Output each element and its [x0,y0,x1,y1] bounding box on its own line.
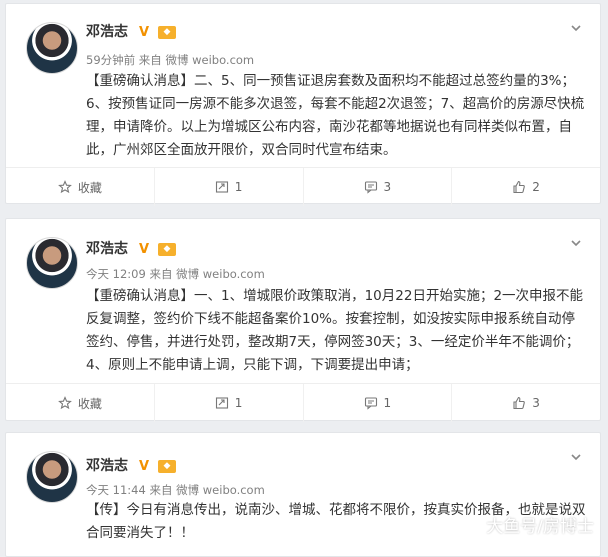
avatar[interactable] [26,22,78,74]
favorite-button[interactable]: 收藏 [6,384,154,422]
repost-button[interactable]: 1 [153,168,303,206]
comment-icon [364,181,377,194]
post-meta: 59分钟前 来自 微博 weibo.com [86,53,255,67]
post-meta: 今天 12:09 来自 微博 weibo.com [86,267,265,281]
repost-icon [215,397,228,409]
star-icon [57,180,72,194]
verified-icon: V [139,242,150,257]
comment-count: 1 [383,396,392,410]
level-icon: ◆ [158,460,176,473]
chevron-down-icon[interactable] [570,451,582,463]
star-icon [57,396,72,410]
watermark: 大鱼号/房博士 [486,517,594,537]
chevron-down-icon[interactable] [570,237,582,249]
repost-count: 1 [234,180,243,194]
repost-count: 1 [234,396,243,410]
post-text: 【重磅确认消息】一、1、增城限价政策取消，10月22日开始实施；2一次申报不能反… [86,288,584,373]
like-count: 2 [532,180,540,194]
favorite-label: 收藏 [77,396,102,411]
comment-icon [364,397,377,410]
favorite-button[interactable]: 收藏 [6,168,154,206]
level-icon: ◆ [158,26,176,39]
comment-button[interactable]: 3 [302,168,452,206]
action-bar: 收藏 1 3 2 [6,167,600,206]
post-text: 【重磅确认消息】二、5、同一预售证退房套数及面积均不能超过总签约量的3%；6、按… [86,73,585,158]
thumbs-up-icon [513,180,526,194]
avatar[interactable] [26,451,78,503]
weibo-post-2: 邓浩志 V ◆ 今天 12:09 来自 微博 weibo.com 【重磅确认消息… [5,218,601,422]
post-meta: 今天 11:44 来自 微博 weibo.com [86,483,265,497]
author-name[interactable]: 邓浩志 [86,23,128,41]
like-button[interactable]: 2 [451,168,600,206]
avatar[interactable] [26,237,78,289]
repost-icon [215,181,228,193]
weibo-post-1: 邓浩志 V ◆ 59分钟前 来自 微博 weibo.com 【重磅确认消息】二、… [5,3,601,206]
verified-icon: V [139,25,150,40]
comment-count: 3 [383,180,392,194]
like-count: 3 [532,396,540,410]
comment-button[interactable]: 1 [302,384,452,422]
chevron-down-icon[interactable] [570,22,582,34]
weibo-post-3: 邓浩志 V ◆ 今天 11:44 来自 微博 weibo.com 【传】今日有消… [5,432,601,557]
verified-icon: V [139,459,150,474]
repost-button[interactable]: 1 [153,384,303,422]
like-button[interactable]: 3 [451,384,600,422]
favorite-label: 收藏 [77,180,102,195]
level-icon: ◆ [158,243,176,256]
action-bar: 收藏 1 1 3 [6,383,600,422]
author-name[interactable]: 邓浩志 [86,457,128,475]
thumbs-up-icon [513,396,526,410]
author-name[interactable]: 邓浩志 [86,240,128,258]
